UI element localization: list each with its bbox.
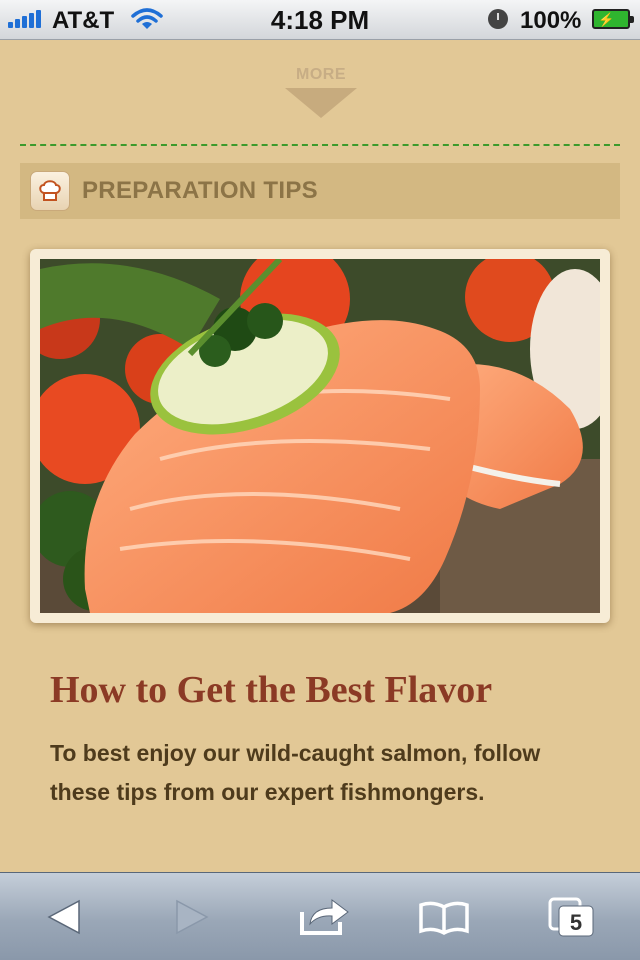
status-bar: AT&T 4:18 PM 100% ⚡	[0, 0, 640, 40]
article-body: To best enjoy our wild-caught salmon, fo…	[50, 740, 541, 805]
charging-plug-icon: ⚡	[598, 12, 615, 27]
photo-frame	[30, 249, 610, 623]
browser-toolbar: 5	[0, 872, 640, 960]
section-header: PREPARATION TIPS	[20, 163, 620, 219]
more-label: MORE	[296, 66, 346, 83]
salmon-photo	[40, 259, 600, 613]
tabs-count: 5	[570, 910, 582, 935]
back-arrow-icon	[47, 899, 80, 935]
battery-percent: 100%	[520, 7, 582, 34]
divider	[20, 144, 620, 146]
tabs-button[interactable]: 5	[542, 895, 602, 939]
forward-button[interactable]	[162, 895, 222, 939]
alarm-clock-icon	[488, 9, 508, 29]
article-title: How to Get the Best Flavor	[50, 669, 493, 711]
more-button[interactable]: MORE	[280, 66, 362, 118]
tabs-icon: 5	[548, 897, 594, 937]
bookmarks-button[interactable]	[414, 895, 474, 939]
back-button[interactable]	[34, 895, 94, 939]
chef-hat-icon	[30, 171, 70, 211]
section-title: PREPARATION TIPS	[82, 177, 318, 204]
share-icon	[300, 899, 349, 935]
share-button[interactable]	[294, 895, 354, 939]
bookmarks-icon	[419, 901, 469, 935]
battery-icon: ⚡	[592, 9, 634, 29]
chevron-down-icon	[285, 88, 357, 118]
forward-arrow-icon	[176, 899, 209, 935]
